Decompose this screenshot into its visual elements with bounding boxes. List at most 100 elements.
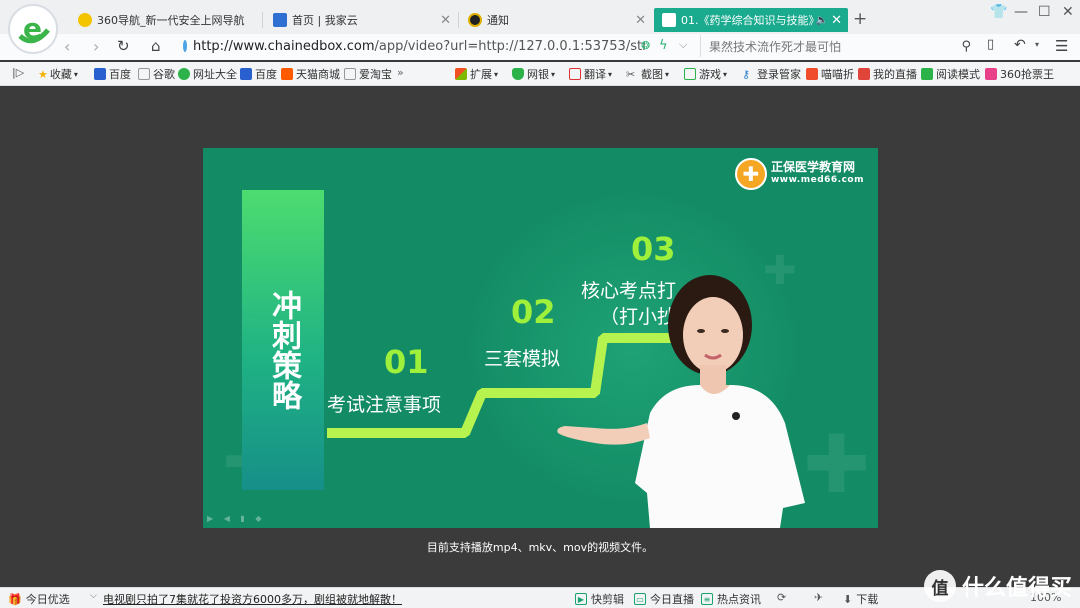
- news-ticker-link[interactable]: 电视剧只拍了7集就花了投资方6000多万，剧组被就地解散！: [103, 591, 402, 607]
- search-input[interactable]: 果然技术流作死才最可怕 ⚲: [700, 35, 975, 57]
- chevron-down-icon[interactable]: ⌵: [90, 591, 97, 601]
- game-icon: [684, 68, 696, 80]
- tab-label: 首页 | 我家云: [292, 14, 358, 27]
- tab-360nav[interactable]: 360导航_新一代安全上网导航: [70, 8, 262, 32]
- url-path: /app/video?url=http://127.0.0.1:53753/st…: [374, 38, 645, 54]
- bookmarks-overflow-button[interactable]: »: [397, 66, 404, 79]
- speed-icon[interactable]: ✈: [814, 591, 823, 604]
- svg-text:e: e: [23, 12, 42, 45]
- toolbar-ticket-king[interactable]: 360抢票王: [985, 66, 1054, 82]
- toolbar-extensions[interactable]: 扩展 ▾: [455, 66, 498, 82]
- toolbar-ebank[interactable]: 网银 ▾: [512, 66, 555, 82]
- minimize-icon[interactable]: —: [1014, 4, 1028, 20]
- chevron-down-icon: ▾: [73, 69, 78, 79]
- toolbar-login-manager[interactable]: ⚷ 登录管家: [742, 66, 801, 82]
- bookmark-aitaobao[interactable]: 爱淘宝: [344, 66, 392, 82]
- quick-edit-button[interactable]: ▶ 快剪辑: [575, 591, 624, 607]
- search-icon[interactable]: ⚲: [961, 39, 971, 54]
- smzdm-logo-icon: 值: [923, 570, 956, 602]
- close-window-icon[interactable]: ✕: [1062, 4, 1074, 20]
- toolbar-games[interactable]: 游戏 ▾: [684, 66, 727, 82]
- chevron-down-icon: ▾: [665, 69, 670, 79]
- close-tab-icon[interactable]: ✕: [440, 13, 451, 28]
- video-controls-hint[interactable]: ▶ ◀ ▮ ◆: [207, 514, 266, 523]
- gift-icon: 🎁: [8, 592, 22, 606]
- toolbar-my-live[interactable]: 我的直播: [858, 66, 917, 82]
- page-content: ✚ ✚ ✚ 冲刺策略 ✚ 正保医学教育网 www.med66.com 01 考试…: [0, 87, 1080, 587]
- page-icon: [344, 68, 356, 80]
- search-placeholder: 果然技术流作死才最可怕: [709, 39, 842, 54]
- today-live-button[interactable]: ▭ 今日直播: [634, 591, 694, 607]
- tab-bar: e 360导航_新一代安全上网导航 首页 | 我家云 ✕ 通知 ✕ 01.《药学…: [0, 0, 1080, 54]
- bookmark-hao360[interactable]: 网址大全: [178, 66, 237, 82]
- back-icon[interactable]: ‹: [64, 37, 70, 56]
- toolbar-translate[interactable]: 翻译 ▾: [569, 66, 612, 82]
- step-label: 三套模拟: [484, 348, 561, 370]
- tab-notification[interactable]: 通知 ✕: [460, 8, 652, 32]
- bookmark-baidu-2[interactable]: 百度: [240, 66, 277, 82]
- refresh-icon[interactable]: ↻: [117, 37, 130, 55]
- hot-news-button[interactable]: ≡ 热点资讯: [701, 591, 761, 607]
- cloud-app-icon: [273, 13, 287, 27]
- tab-label: 01.《药学综合知识与技能》: [681, 14, 820, 27]
- step-label: 考试注意事项: [327, 394, 442, 416]
- presenter-image: [557, 275, 805, 528]
- smzdm-watermark: 值 什么值得买: [923, 570, 1072, 602]
- step-number: 01: [384, 343, 429, 381]
- shield-icon: [512, 68, 524, 80]
- step-number: 02: [511, 293, 556, 331]
- discount-icon: [806, 68, 818, 80]
- step-number: 03: [631, 230, 676, 268]
- close-tab-icon[interactable]: ✕: [831, 13, 842, 28]
- chevron-down-icon: ▾: [608, 69, 613, 79]
- address-input[interactable]: http://www.chainedbox.com /app/video?url…: [183, 35, 645, 57]
- live-icon: [858, 68, 870, 80]
- undo-icon[interactable]: ↶: [1014, 37, 1026, 53]
- speaker-icon[interactable]: 🔈: [816, 15, 828, 26]
- bookmark-google[interactable]: 谷歌: [138, 66, 175, 82]
- menu-icon[interactable]: ☰: [1055, 37, 1068, 55]
- browser-logo-icon[interactable]: e: [8, 4, 58, 54]
- video-player[interactable]: ✚ ✚ ✚ 冲刺策略 ✚ 正保医学教育网 www.med66.com 01 考试…: [203, 148, 878, 528]
- tab-video-active[interactable]: 01.《药学综合知识与技能》 🔈 ✕: [654, 8, 848, 32]
- tab-chainedbox-home[interactable]: 首页 | 我家云 ✕: [265, 8, 457, 32]
- skin-icon[interactable]: 👕: [990, 4, 1007, 20]
- ticket-icon: [985, 68, 997, 80]
- refresh-status-icon[interactable]: ⟳: [777, 591, 786, 604]
- news-icon: ≡: [701, 593, 713, 605]
- sidebar-toggle-icon[interactable]: |▷: [12, 66, 24, 79]
- tmall-icon: [281, 68, 293, 80]
- close-tab-icon[interactable]: ✕: [635, 13, 646, 28]
- url-host: http://www.chainedbox.com: [193, 38, 375, 54]
- cloud-app-icon: [662, 13, 676, 27]
- home-icon[interactable]: ⌂: [151, 37, 161, 55]
- forward-icon[interactable]: ›: [93, 37, 99, 56]
- new-tab-button[interactable]: +: [853, 9, 867, 29]
- url-dropdown-icon[interactable]: ⌵: [679, 38, 687, 52]
- tab-label: 通知: [487, 14, 509, 27]
- play-icon: ▶: [575, 593, 587, 605]
- bookmark-tmall[interactable]: 天猫商城: [281, 66, 340, 82]
- 360-icon: [78, 13, 92, 27]
- toolbar-screenshot[interactable]: ✂ 截图 ▾: [626, 66, 669, 82]
- bookmark-favorites[interactable]: ★ 收藏 ▾: [38, 66, 78, 82]
- key-icon: ⚷: [742, 68, 751, 81]
- bookmark-baidu[interactable]: 百度: [94, 66, 131, 82]
- toolbar-miaomiaozhe[interactable]: 喵喵折: [806, 66, 854, 82]
- baidu-paw-icon: [240, 68, 252, 80]
- bookmarks-bar: |▷ ★ 收藏 ▾ 百度 谷歌 网址大全 百度 天猫商城 爱淘宝 » 扩展 ▾ 网银 ▾…: [0, 62, 1080, 86]
- page-icon: [138, 68, 150, 80]
- toolbar-reading-mode[interactable]: 阅读模式: [921, 66, 980, 82]
- mobile-icon[interactable]: ▯: [987, 37, 994, 52]
- baidu-paw-icon: [94, 68, 106, 80]
- chevron-down-icon: ▾: [494, 69, 499, 79]
- accelerate-icon[interactable]: ❂: [641, 39, 650, 52]
- download-button[interactable]: ⬇ 下载: [843, 591, 878, 607]
- undo-dropdown-icon[interactable]: ▾: [1035, 40, 1039, 49]
- lightning-icon[interactable]: ϟ: [659, 38, 668, 53]
- star-icon: ★: [38, 67, 48, 81]
- today-pick-button[interactable]: 🎁 今日优选: [8, 591, 70, 607]
- scissors-icon: ✂: [626, 68, 636, 81]
- maximize-icon[interactable]: ☐: [1038, 4, 1051, 20]
- live-icon: ▭: [634, 593, 646, 605]
